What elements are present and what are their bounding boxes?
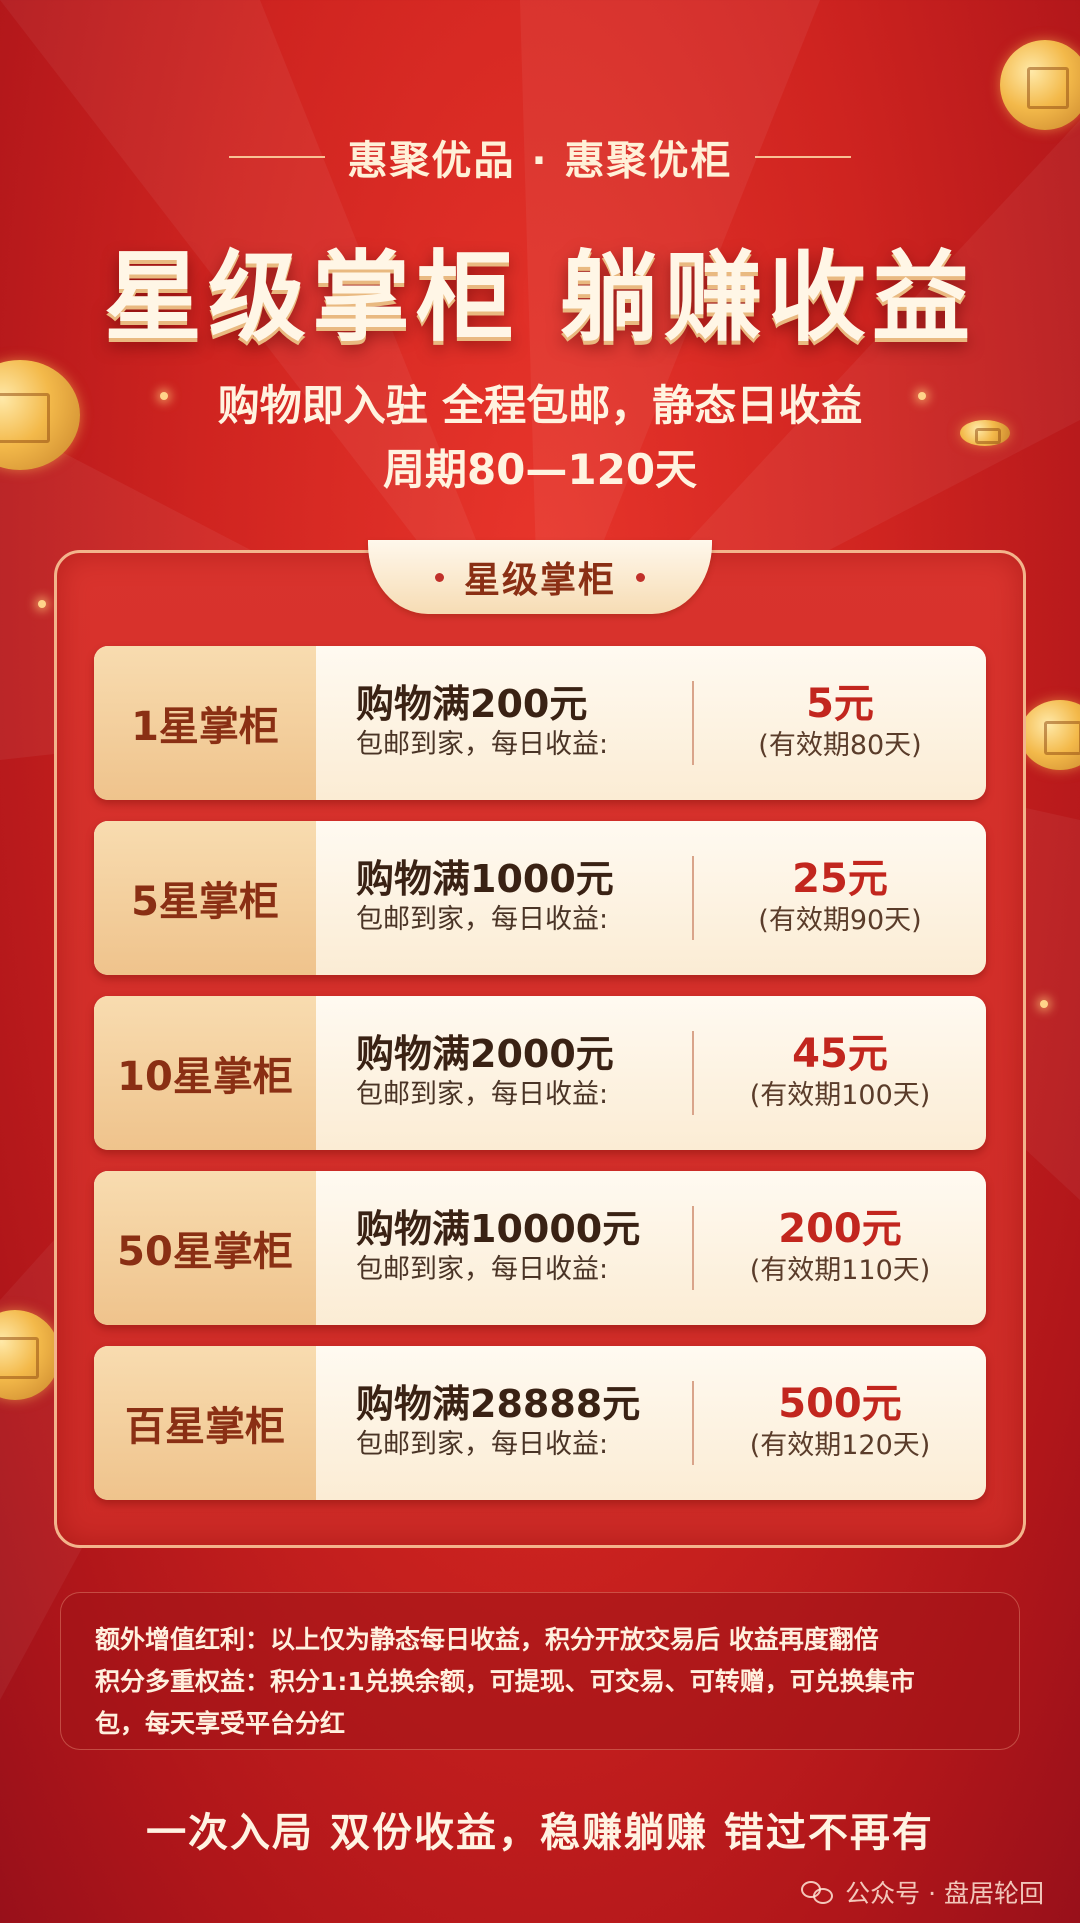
tier-reward-block: 500元 (有效期120天) [694, 1346, 986, 1500]
tier-condition: 购物满10000元 [356, 1207, 641, 1251]
sparkle-icon [1040, 1000, 1048, 1008]
bonus-line: 包，每天享受平台分红 [95, 1709, 346, 1738]
dot-icon [636, 572, 645, 582]
subtitle-line-1: 购物即入驻 全程包邮，静态日收益 [217, 381, 863, 430]
tier-validity: (有效期100天) [749, 1080, 931, 1111]
watermark-text: 公众号 · 盘居轮回 [845, 1879, 1044, 1908]
tier-reward-block: 200元 (有效期110天) [694, 1171, 986, 1325]
tier-daily-amount: 500元 [778, 1381, 902, 1427]
panel-tab-label: 星级掌柜 [463, 560, 616, 601]
tier-validity: (有效期110天) [749, 1255, 931, 1286]
tier-condition-block: 购物满1000元 包邮到家，每日收益: [316, 821, 692, 975]
tier-daily-amount: 25元 [792, 856, 888, 902]
tier-reward-block: 25元 (有效期90天) [694, 821, 986, 975]
tier-condition: 购物满200元 [356, 682, 588, 726]
tier-level: 10星掌柜 [94, 996, 316, 1150]
tier-level: 5星掌柜 [94, 821, 316, 975]
footer-slogan: 一次入局 双份收益，稳赚躺赚 错过不再有 [146, 1810, 934, 1856]
divider-line [229, 156, 326, 158]
bonus-line: 额外增值红利：以上仅为静态每日收益，积分开放交易后 收益再度翻倍 [95, 1625, 879, 1654]
tier-condition-block: 购物满200元 包邮到家，每日收益: [316, 646, 692, 800]
tier-validity: (有效期120天) [749, 1430, 931, 1461]
brand-name: 惠聚优品 · 惠聚优柜 [347, 138, 733, 184]
brand-row: 惠聚优品 · 惠聚优柜 [0, 128, 1080, 186]
bonus-line: 积分多重权益：积分1:1兑换余额，可提现、可交易、可转赠，可兑换集市 [95, 1667, 915, 1696]
panel-tab: 星级掌柜 [368, 540, 712, 614]
tier-daily-amount: 200元 [778, 1206, 902, 1252]
divider-line [754, 156, 851, 158]
tier-reward-block: 45元 (有效期100天) [694, 996, 986, 1150]
tier-row: 10星掌柜 购物满2000元 包邮到家，每日收益: 45元 (有效期100天) [94, 996, 986, 1150]
watermark: 公众号 · 盘居轮回 [801, 1874, 1044, 1910]
tier-row: 1星掌柜 购物满200元 包邮到家，每日收益: 5元 (有效期80天) [94, 646, 986, 800]
gold-coin-icon [1020, 700, 1080, 770]
tier-level: 1星掌柜 [94, 646, 316, 800]
wechat-icon [801, 1879, 835, 1905]
tier-description: 包邮到家，每日收益: [356, 1079, 609, 1110]
tier-description: 包邮到家，每日收益: [356, 904, 609, 935]
subtitle-line-2: 周期80—120天 [382, 445, 698, 494]
gold-coin-icon [0, 1310, 60, 1400]
tier-row: 5星掌柜 购物满1000元 包邮到家，每日收益: 25元 (有效期90天) [94, 821, 986, 975]
tier-validity: (有效期90天) [758, 905, 922, 936]
tier-condition-block: 购物满10000元 包邮到家，每日收益: [316, 1171, 692, 1325]
tier-description: 包邮到家，每日收益: [356, 1254, 609, 1285]
tier-level: 50星掌柜 [94, 1171, 316, 1325]
tier-condition: 购物满2000元 [356, 1032, 614, 1076]
tier-description: 包邮到家，每日收益: [356, 1429, 609, 1460]
tier-validity: (有效期80天) [758, 730, 922, 761]
bonus-notes: 额外增值红利：以上仅为静态每日收益，积分开放交易后 收益再度翻倍 积分多重权益：… [60, 1592, 1020, 1750]
tier-daily-amount: 5元 [806, 681, 874, 727]
gold-coin-icon [1000, 40, 1080, 130]
tier-level: 百星掌柜 [94, 1346, 316, 1500]
tier-condition-block: 购物满2000元 包邮到家，每日收益: [316, 996, 692, 1150]
tier-row: 百星掌柜 购物满28888元 包邮到家，每日收益: 500元 (有效期120天) [94, 1346, 986, 1500]
dot-icon [434, 572, 444, 582]
tier-daily-amount: 45元 [792, 1031, 888, 1077]
tier-condition: 购物满1000元 [356, 857, 614, 901]
tier-reward-block: 5元 (有效期80天) [694, 646, 986, 800]
tier-condition: 购物满28888元 [356, 1382, 641, 1426]
tier-row: 50星掌柜 购物满10000元 包邮到家，每日收益: 200元 (有效期110天… [94, 1171, 986, 1325]
tier-condition-block: 购物满28888元 包邮到家，每日收益: [316, 1346, 692, 1500]
page-title: 星级掌柜 躺赚收益 [103, 241, 977, 355]
sparkle-icon [38, 600, 46, 608]
tier-description: 包邮到家，每日收益: [356, 729, 609, 760]
